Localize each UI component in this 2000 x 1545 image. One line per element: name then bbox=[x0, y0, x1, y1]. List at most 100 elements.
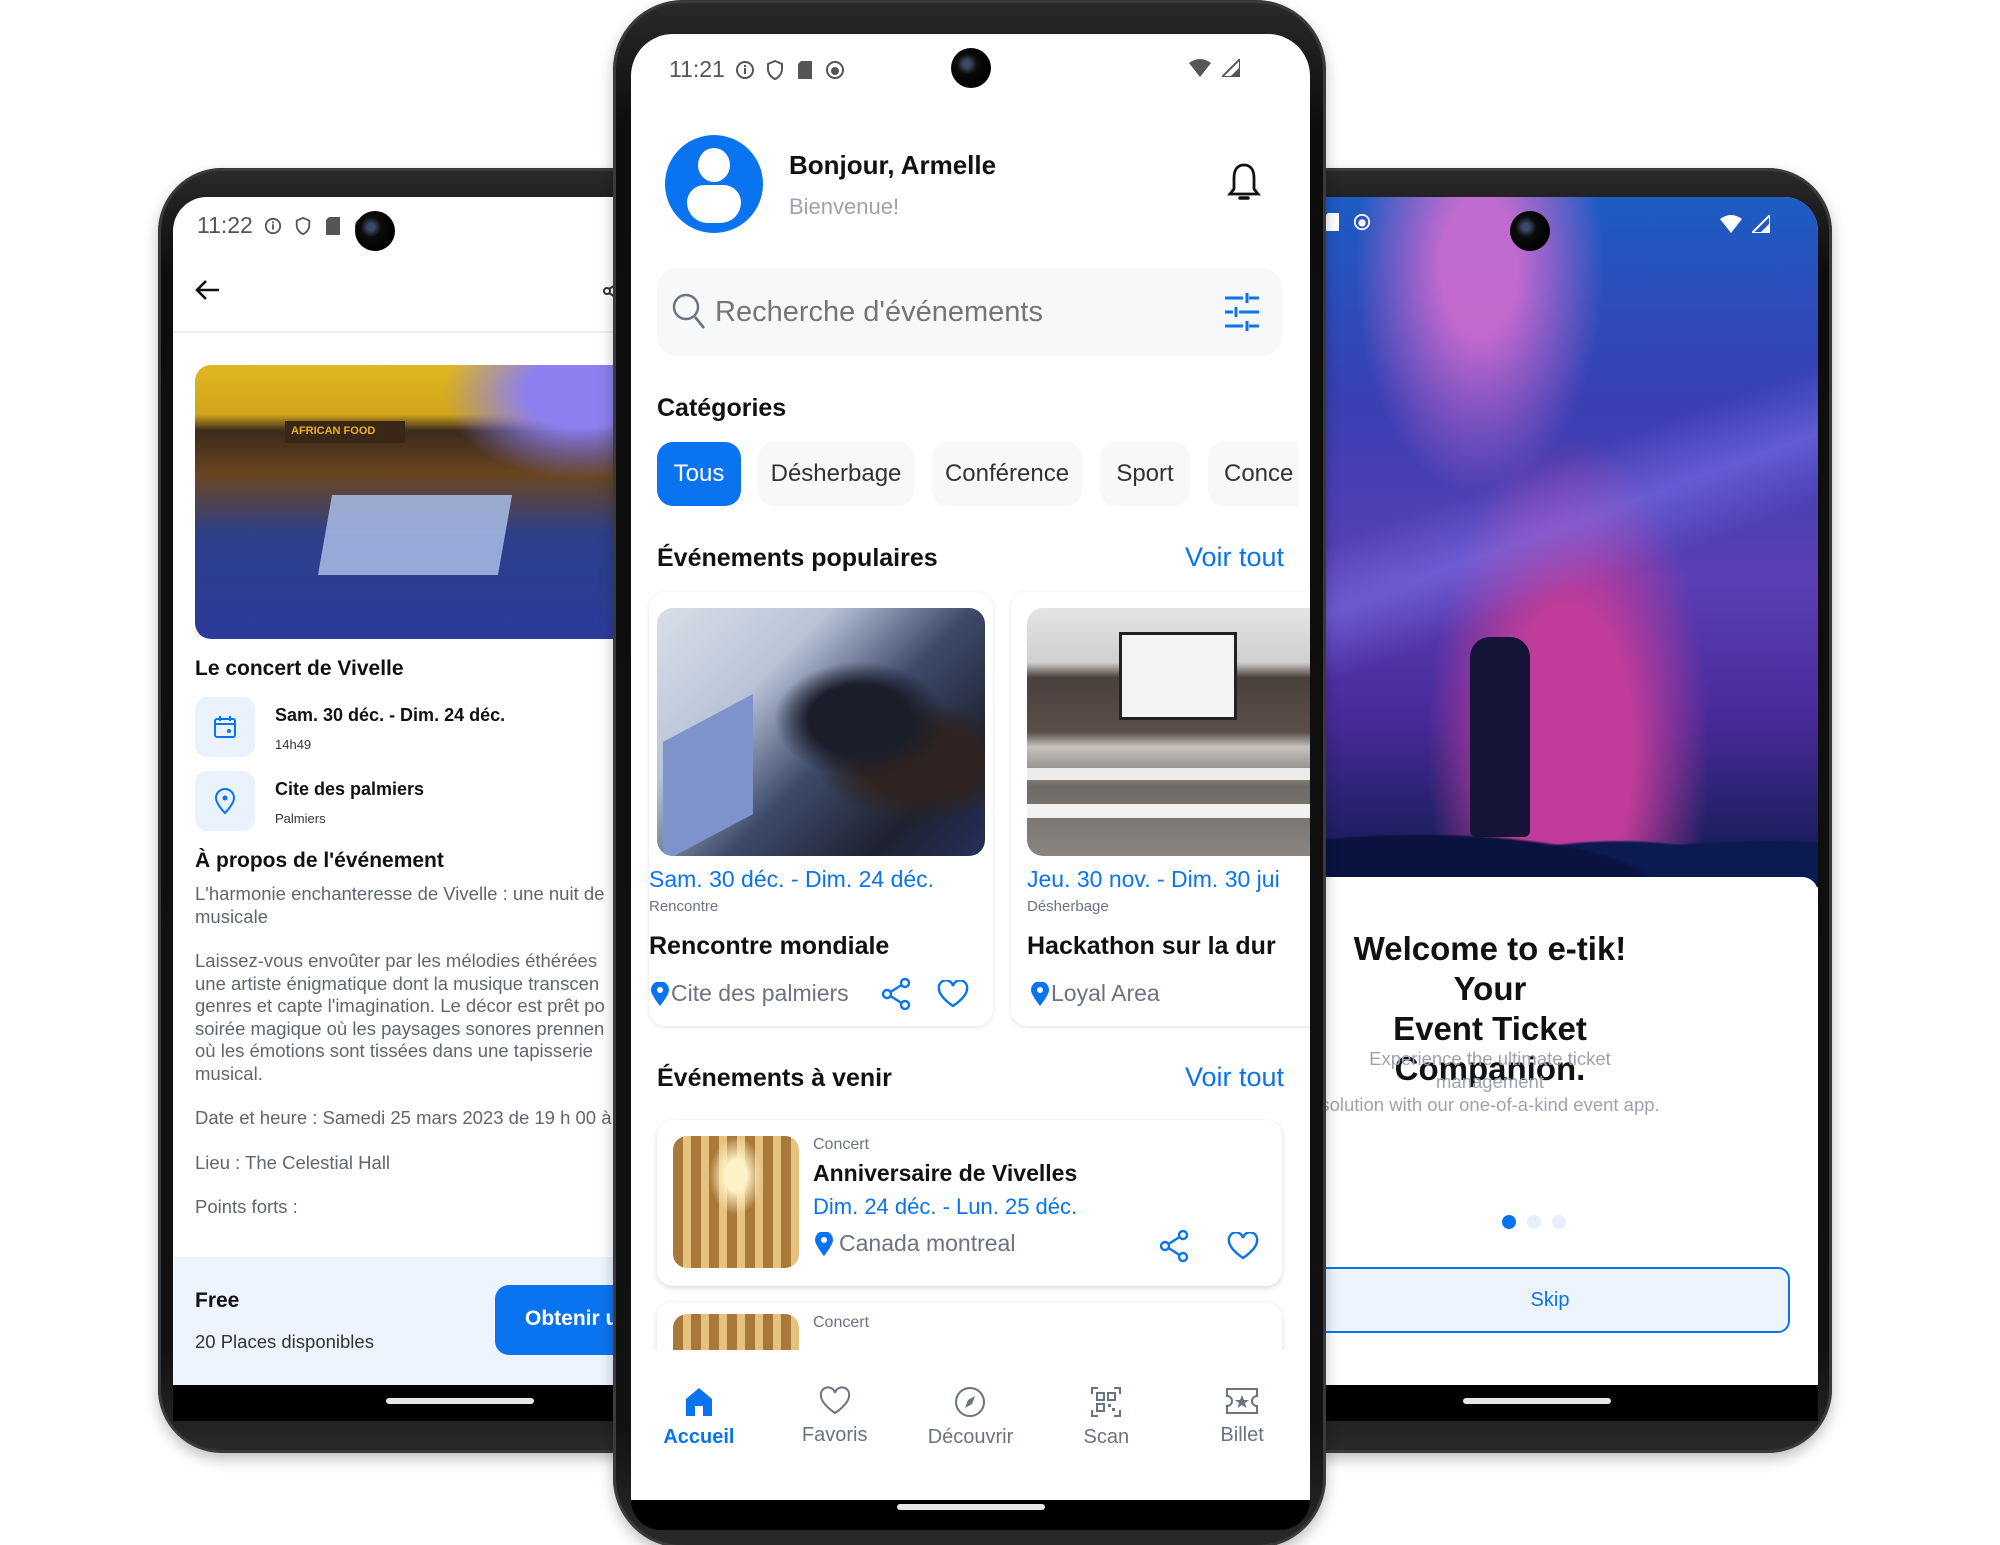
avatar-body bbox=[687, 185, 741, 223]
event-title: Hackathon sur la dur bbox=[1027, 932, 1276, 960]
center-phone-frame: 11:21 Bonjour, Armelle Bienvenue! Catégo… bbox=[613, 0, 1326, 1545]
calendar-icon bbox=[214, 716, 236, 738]
nav-accueil[interactable]: Accueil bbox=[631, 1350, 767, 1500]
event-date: Dim. 24 déc. - Lun. 25 déc. bbox=[813, 1194, 1078, 1219]
upcoming-event-card[interactable]: Concert bbox=[657, 1302, 1282, 1350]
date-icon-box bbox=[195, 697, 255, 757]
home-indicator[interactable] bbox=[386, 1398, 534, 1404]
home-indicator[interactable] bbox=[1463, 1398, 1611, 1404]
event-title: Rencontre mondiale bbox=[649, 932, 890, 960]
event-image bbox=[673, 1314, 799, 1350]
upcoming-clip: Concert bbox=[631, 1298, 1310, 1350]
title-line: Welcome to e-tik! Your bbox=[1353, 930, 1627, 1007]
nav-billet[interactable]: Billet bbox=[1174, 1350, 1310, 1500]
onboarding-screen: Welcome to e-tik! Your Event Ticket Comp… bbox=[1320, 197, 1818, 1385]
ticket-icon bbox=[1226, 1388, 1259, 1414]
status-bar bbox=[1322, 212, 1372, 232]
event-location: Loyal Area bbox=[1051, 980, 1160, 1006]
front-camera bbox=[355, 211, 395, 251]
category-chip-concert[interactable]: Conce bbox=[1208, 442, 1298, 506]
status-bar: 11:21 bbox=[669, 56, 845, 83]
image-sign: AFRICAN FOOD bbox=[285, 421, 405, 443]
event-time: 14h49 bbox=[275, 737, 312, 752]
popular-heading: Événements populaires bbox=[657, 544, 938, 572]
back-arrow-icon[interactable] bbox=[193, 275, 223, 305]
subtitle-line: Experience the ultimate ticket managemen… bbox=[1369, 1048, 1611, 1092]
event-title: Anniversaire de Vivelles bbox=[813, 1160, 1078, 1186]
status-icons-right bbox=[1720, 212, 1771, 239]
search-input[interactable] bbox=[715, 288, 1185, 336]
skip-button[interactable]: Skip bbox=[1320, 1267, 1790, 1333]
desk-row bbox=[1027, 804, 1310, 818]
welcome-text: Bienvenue! bbox=[789, 194, 900, 219]
app-notification-icon bbox=[1352, 212, 1372, 232]
search-bar[interactable] bbox=[657, 268, 1282, 356]
categories-heading: Catégories bbox=[657, 394, 787, 422]
status-time: 11:21 bbox=[669, 56, 725, 82]
event-image bbox=[1027, 608, 1310, 856]
pager-dot[interactable] bbox=[1527, 1215, 1541, 1229]
event-location-sub: Palmiers bbox=[275, 811, 326, 826]
category-chip-desherbage[interactable]: Désherbage bbox=[758, 442, 914, 506]
event-category: Concert bbox=[813, 1136, 870, 1153]
event-category: Rencontre bbox=[649, 898, 719, 915]
heart-icon[interactable] bbox=[937, 980, 969, 1008]
nav-label: Billet bbox=[1220, 1424, 1264, 1446]
wifi-icon bbox=[1720, 212, 1742, 239]
subtitle-line: solution with our one-of-a-kind event ap… bbox=[1320, 1094, 1660, 1115]
status-icons-right bbox=[1188, 56, 1241, 83]
sd-card-icon bbox=[795, 60, 815, 80]
nav-scan[interactable]: Scan bbox=[1038, 1350, 1174, 1500]
category-chip-conference[interactable]: Conférence bbox=[932, 442, 1082, 506]
share-icon[interactable] bbox=[1159, 1230, 1189, 1262]
popular-event-card[interactable]: Sam. 30 déc. - Dim. 24 déc. Rencontre Re… bbox=[649, 592, 993, 1026]
search-icon bbox=[672, 293, 706, 329]
event-location: Cite des palmiers bbox=[275, 779, 425, 799]
category-chip-sport[interactable]: Sport bbox=[1100, 442, 1190, 506]
compass-icon bbox=[955, 1387, 986, 1417]
location-pin-icon bbox=[1031, 982, 1049, 1006]
event-date: Sam. 30 déc. - Dim. 24 déc. bbox=[649, 866, 935, 892]
pager-dot-active[interactable] bbox=[1502, 1215, 1516, 1229]
nav-label: Accueil bbox=[663, 1426, 735, 1448]
sd-card-icon bbox=[323, 216, 343, 236]
onboarding-sheet: Welcome to e-tik! Your Event Ticket Comp… bbox=[1320, 877, 1818, 1385]
projector-screen bbox=[1119, 632, 1237, 720]
popular-event-card[interactable]: Jeu. 30 nov. - Dim. 30 jui Désherbage Ha… bbox=[1011, 592, 1310, 1026]
status-time: 11:22 bbox=[197, 212, 253, 238]
event-category: Concert bbox=[813, 1314, 870, 1331]
nav-favoris[interactable]: Favoris bbox=[767, 1350, 903, 1500]
share-icon[interactable] bbox=[881, 978, 911, 1010]
laptop-screen bbox=[663, 694, 753, 856]
onboarding-subtitle: Experience the ultimate ticket managemen… bbox=[1320, 1047, 1660, 1116]
heart-icon[interactable] bbox=[1227, 1232, 1259, 1260]
nav-decouvrir[interactable]: Découvrir bbox=[903, 1350, 1039, 1500]
concert-background-image bbox=[1320, 197, 1818, 887]
nav-label: Favoris bbox=[801, 1424, 868, 1446]
status-bar: 11:22 bbox=[197, 212, 373, 239]
event-date: Jeu. 30 nov. - Dim. 30 jui bbox=[1027, 866, 1280, 892]
event-location: Cite des palmiers bbox=[671, 980, 849, 1006]
notification-bell-icon[interactable] bbox=[1227, 162, 1261, 204]
greeting: Bonjour, Armelle bbox=[789, 150, 997, 180]
upcoming-heading: Événements à venir bbox=[657, 1064, 892, 1092]
event-category: Désherbage bbox=[1027, 898, 1109, 915]
desk-row bbox=[1027, 768, 1310, 780]
signal-icon bbox=[1219, 56, 1241, 83]
shield-icon bbox=[293, 216, 313, 236]
event-image bbox=[657, 608, 985, 856]
pager-dot[interactable] bbox=[1552, 1215, 1566, 1229]
popular-see-all-link[interactable]: Voir tout bbox=[1185, 542, 1284, 573]
nav-label: Découvrir bbox=[927, 1426, 1014, 1448]
event-date: Sam. 30 déc. - Dim. 24 déc. bbox=[275, 705, 506, 725]
avatar[interactable] bbox=[665, 135, 763, 233]
front-camera bbox=[1510, 211, 1550, 251]
category-chip-tous[interactable]: Tous bbox=[657, 442, 741, 506]
nav-bar-area bbox=[631, 1500, 1310, 1530]
home-screen: 11:21 Bonjour, Armelle Bienvenue! Catégo… bbox=[631, 34, 1310, 1500]
nav-label: Scan bbox=[1083, 1426, 1130, 1448]
upcoming-event-card[interactable]: Concert Anniversaire de Vivelles Dim. 24… bbox=[657, 1120, 1282, 1286]
home-indicator[interactable] bbox=[897, 1504, 1045, 1510]
upcoming-see-all-link[interactable]: Voir tout bbox=[1185, 1062, 1284, 1093]
location-pin-icon bbox=[815, 1232, 833, 1256]
